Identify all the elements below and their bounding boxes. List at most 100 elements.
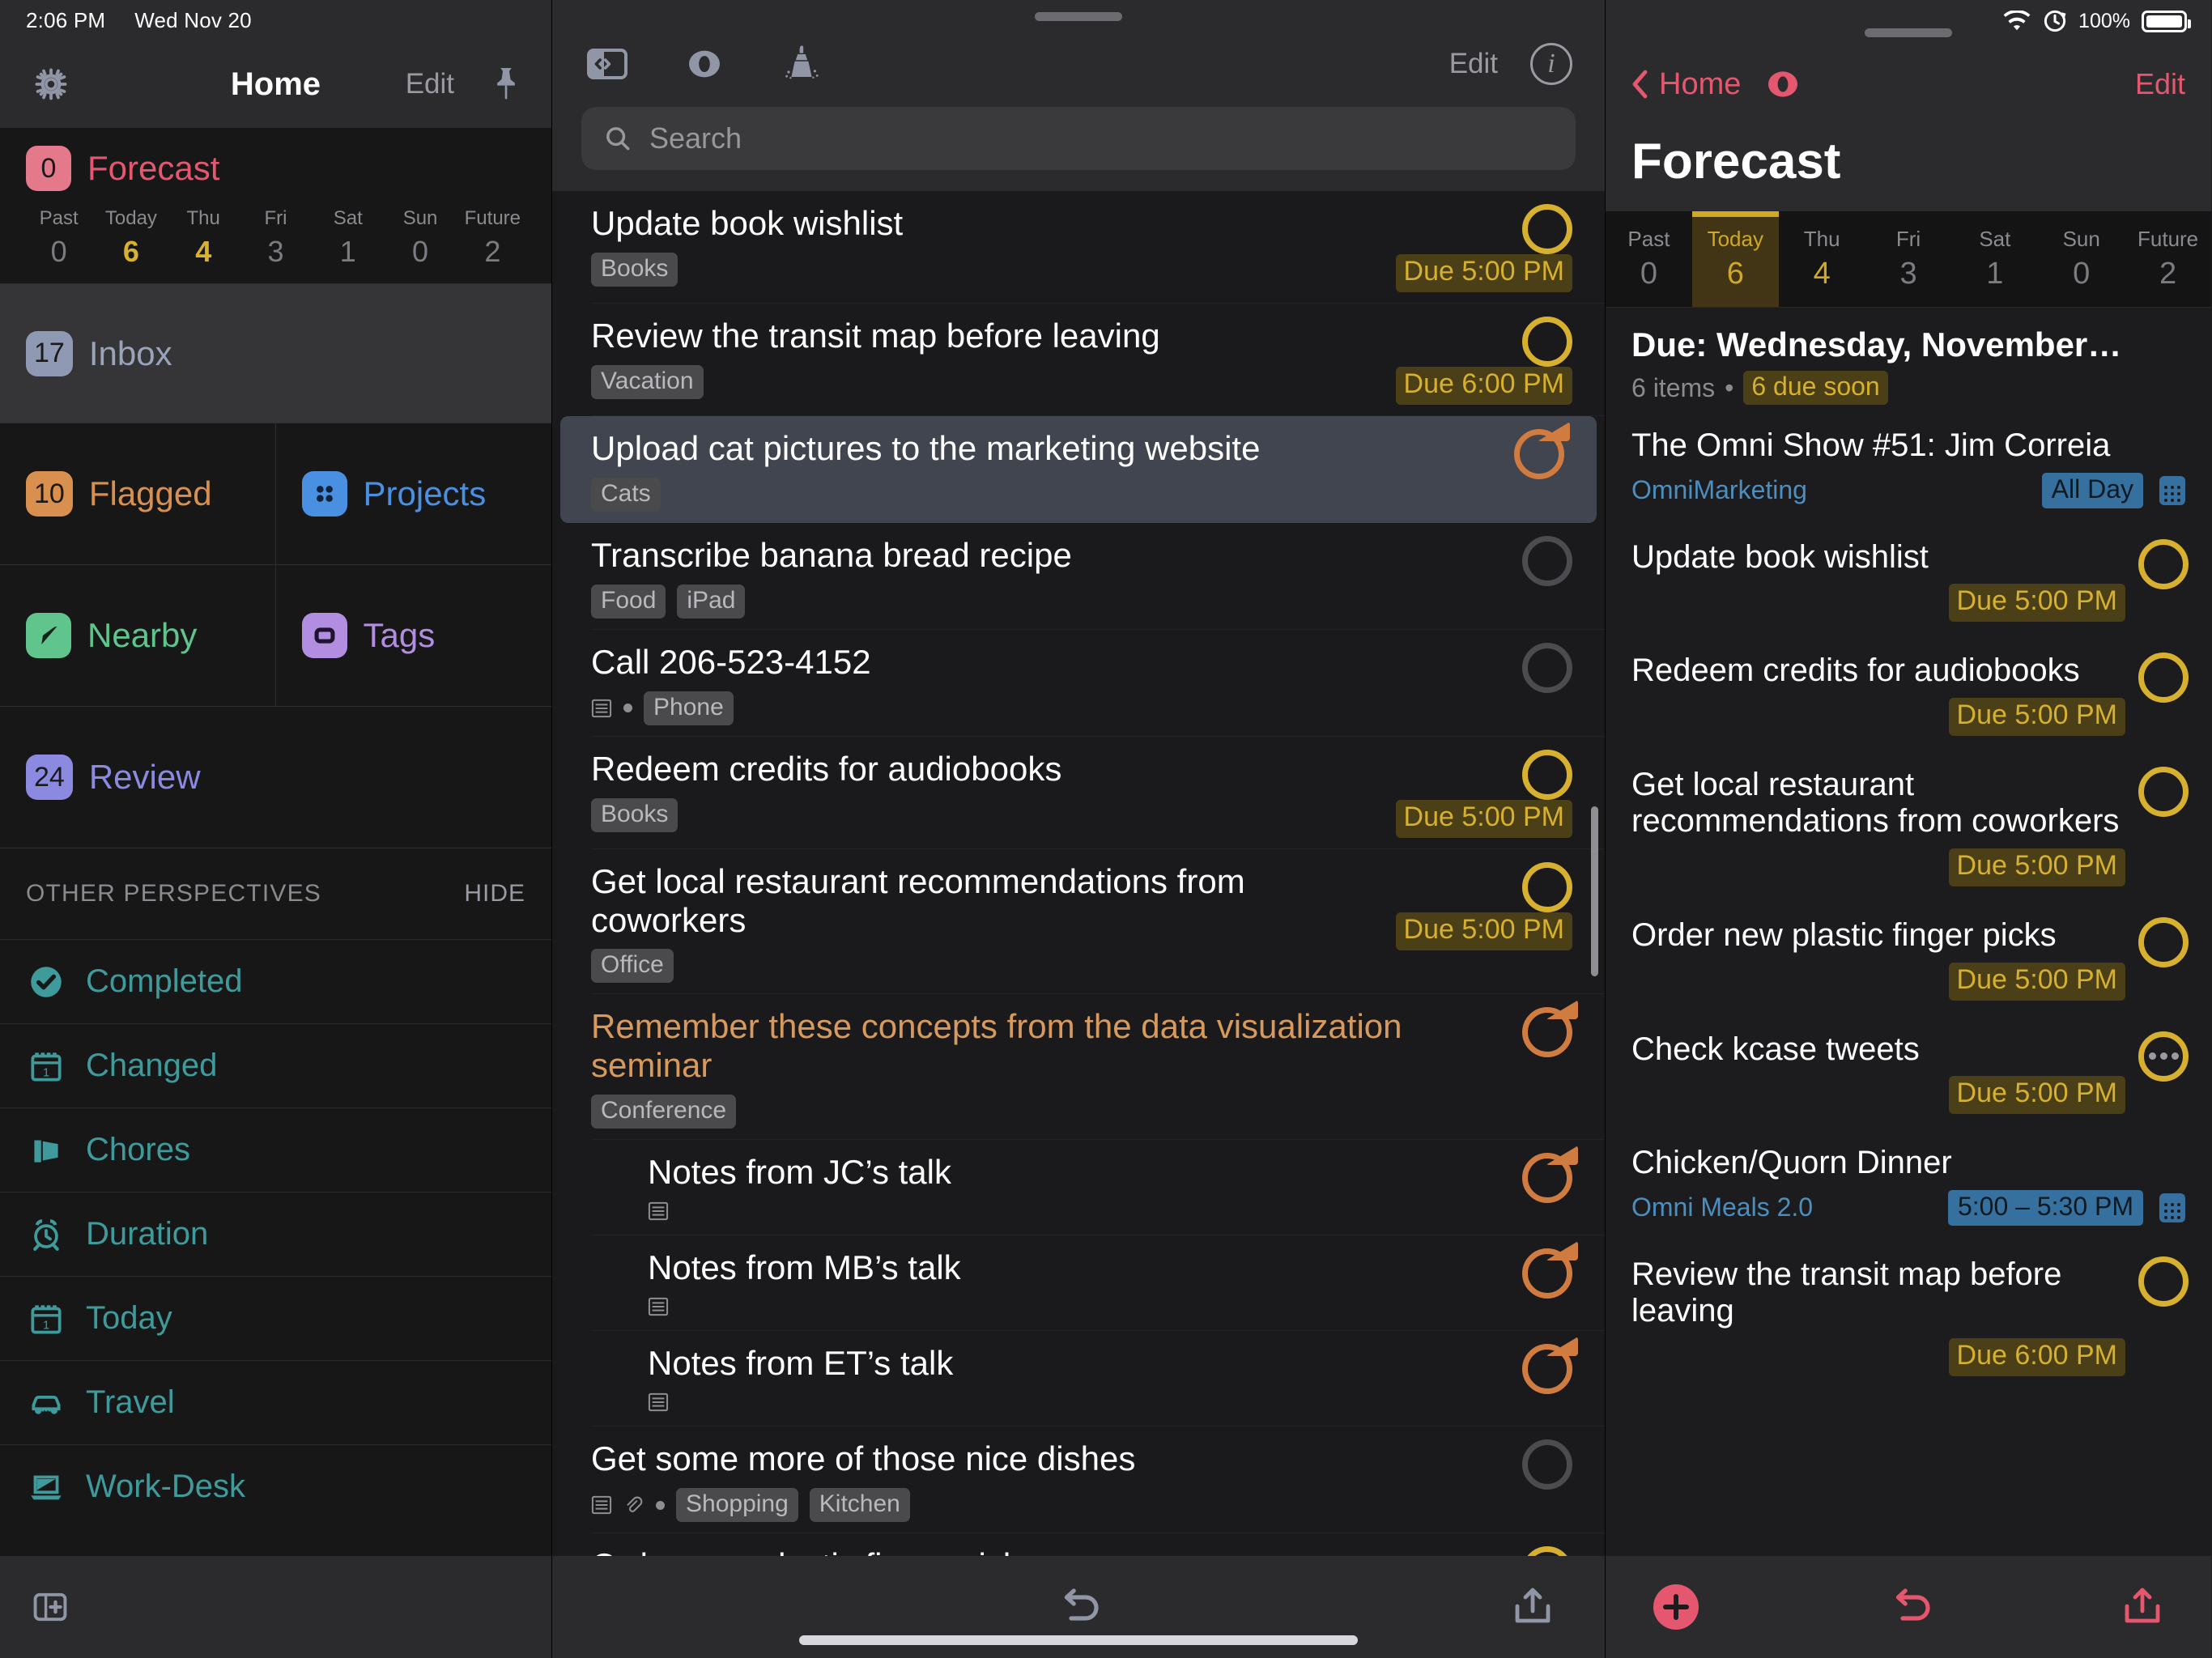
sidebar-item-review[interactable]: 24 Review [0, 707, 551, 848]
sidebar-edit-button[interactable]: Edit [406, 68, 454, 100]
sidebar-item-chores[interactable]: Chores [0, 1107, 551, 1192]
eye-icon[interactable] [682, 47, 727, 81]
hide-button[interactable]: HIDE [464, 880, 525, 908]
task-tag[interactable]: Food [591, 584, 666, 619]
forecast-day[interactable]: Future 2 [457, 207, 529, 269]
task-status-circle[interactable] [1522, 749, 1572, 800]
sidebar-item-flagged[interactable]: 10 Flagged [0, 423, 276, 565]
table-row[interactable]: Notes from ET’s talk [552, 1331, 1605, 1427]
pane-grabber[interactable] [1865, 28, 1952, 37]
task-tag[interactable]: Kitchen [809, 1488, 910, 1522]
task-tag[interactable]: Office [591, 949, 674, 984]
forecast-day[interactable]: Today 6 [95, 207, 167, 269]
task-status-circle[interactable] [1522, 1337, 1578, 1395]
task-tag[interactable]: Conference [591, 1095, 737, 1129]
task-tag[interactable]: Vacation [591, 364, 704, 399]
eye-icon[interactable] [1762, 68, 1804, 100]
share-icon[interactable] [2119, 1584, 2166, 1630]
sidebar-item-changed[interactable]: 1 Changed [0, 1023, 551, 1107]
gear-icon[interactable] [29, 62, 73, 106]
list-item[interactable]: Order new plastic finger picks Due 5:00 … [1606, 901, 2211, 1015]
undo-icon[interactable] [1883, 1584, 1937, 1630]
task-status-circle[interactable] [1522, 1546, 1572, 1556]
sidebar-item-inbox[interactable]: 17 Inbox [0, 283, 551, 423]
list-item[interactable]: Chicken/Quorn Dinner Omni Meals 2.0 5:00… [1606, 1129, 2211, 1240]
forecast-tab-thu[interactable]: Thu 4 [1779, 211, 1865, 307]
table-row[interactable]: Call 206-523-4152 Phone [552, 630, 1605, 737]
item-status-circle[interactable] [2138, 766, 2189, 817]
sidebar-forecast-block[interactable]: 0 Forecast Past 0 Today 6 Thu 4 Fri 3 Sa… [0, 128, 551, 283]
task-status-circle[interactable] [1522, 317, 1572, 367]
list-item[interactable]: Get local restaurant recommendations fro… [1606, 750, 2211, 901]
task-list[interactable]: Update book wishlist Books Due 5:00 PM R… [552, 191, 1605, 1556]
task-status-circle[interactable] [1522, 642, 1572, 693]
table-row[interactable]: Order new plastic finger picks Shopping … [552, 1533, 1605, 1556]
task-tag[interactable]: Cats [591, 477, 661, 512]
info-icon[interactable]: i [1530, 43, 1572, 85]
share-icon[interactable] [1509, 1584, 1556, 1630]
forecast-tab-sun[interactable]: Sun 0 [2038, 211, 2125, 307]
table-row[interactable]: Get local restaurant recommendations fro… [552, 849, 1605, 995]
forecast-day[interactable]: Fri 3 [240, 207, 312, 269]
table-row[interactable]: Update book wishlist Books Due 5:00 PM [552, 191, 1605, 304]
table-row[interactable]: Transcribe banana bread recipe Food iPad [552, 523, 1605, 630]
task-status-circle[interactable] [1522, 861, 1572, 912]
task-tag[interactable]: Shopping [676, 1488, 798, 1522]
task-list-edit-button[interactable]: Edit [1449, 48, 1498, 80]
task-status-circle[interactable] [1522, 1241, 1578, 1299]
add-item-button[interactable] [1651, 1582, 1701, 1632]
forecast-tab-fri[interactable]: Fri 3 [1865, 211, 1952, 307]
pin-icon[interactable] [490, 65, 522, 104]
list-item[interactable]: Redeem credits for audiobooks Due 5:00 P… [1606, 636, 2211, 750]
sidebar-item-today[interactable]: 1 Today [0, 1276, 551, 1360]
back-button[interactable]: Home [1631, 67, 1741, 102]
sidebar-toggle-icon[interactable] [585, 45, 630, 83]
sidebar-item-projects[interactable]: Projects [275, 423, 551, 565]
forecast-tab-today[interactable]: Today 6 [1691, 211, 1779, 307]
forecast-day[interactable]: Sat 1 [312, 207, 384, 269]
list-item[interactable]: Check kcase tweets Due 5:00 PM [1606, 1015, 2211, 1129]
sidebar-item-duration[interactable]: Duration [0, 1192, 551, 1276]
broom-icon[interactable] [779, 41, 824, 87]
forecast-day[interactable]: Thu 4 [168, 207, 240, 269]
forecast-tab-past[interactable]: Past 0 [1606, 211, 1692, 307]
table-row[interactable]: Redeem credits for audiobooks Books Due … [552, 737, 1605, 849]
sidebar-item-travel[interactable]: Travel [0, 1360, 551, 1444]
task-tag[interactable]: Phone [644, 691, 734, 725]
list-item[interactable]: Review the transit map before leaving Du… [1606, 1240, 2211, 1391]
sidebar-item-nearby[interactable]: Nearby [0, 565, 276, 707]
task-tag[interactable]: Books [591, 252, 678, 287]
task-status-circle[interactable] [1522, 1000, 1578, 1058]
item-status-circle[interactable] [2138, 916, 2189, 967]
task-tag[interactable]: iPad [677, 584, 746, 619]
task-status-circle[interactable] [1522, 1146, 1578, 1204]
forecast-edit-button[interactable]: Edit [2135, 67, 2185, 101]
table-row-selected[interactable]: Upload cat pictures to the marketing web… [560, 416, 1597, 523]
forecast-day[interactable]: Past 0 [23, 207, 95, 269]
forecast-day[interactable]: Sun 0 [384, 207, 456, 269]
table-row[interactable]: Remember these concepts from the data vi… [552, 994, 1605, 1141]
item-status-circle[interactable] [2138, 1031, 2189, 1082]
table-row[interactable]: Get some more of those nice dishes Shopp… [552, 1426, 1605, 1533]
pane-grabber[interactable] [552, 0, 1605, 21]
item-status-circle[interactable] [2138, 1256, 2189, 1307]
forecast-day-tabs[interactable]: Past 0 Today 6 Thu 4 Fri 3 Sat 1 Sun 0 F… [1606, 211, 2211, 307]
add-perspective-icon[interactable] [29, 1586, 71, 1628]
table-row[interactable]: Review the transit map before leaving Va… [552, 304, 1605, 416]
sidebar-item-completed[interactable]: Completed [0, 939, 551, 1023]
table-row[interactable]: Notes from MB’s talk [552, 1235, 1605, 1332]
forecast-tab-sat[interactable]: Sat 1 [1951, 211, 2038, 307]
forecast-item-list[interactable]: Due: Wednesday, November… 6 items • 6 du… [1606, 307, 2211, 1556]
list-item[interactable]: The Omni Show #51: Jim Correia OmniMarke… [1606, 411, 2211, 523]
sidebar-item-tags[interactable]: Tags [275, 565, 551, 707]
list-item[interactable]: Update book wishlist Due 5:00 PM [1606, 523, 2211, 637]
scrollbar[interactable] [1591, 806, 1598, 976]
task-status-circle[interactable] [1522, 1439, 1572, 1490]
search-input[interactable]: Search [581, 107, 1576, 170]
forecast-day-strip[interactable]: Past 0 Today 6 Thu 4 Fri 3 Sat 1 Sun 0 F… [0, 207, 551, 269]
task-tag[interactable]: Books [591, 797, 678, 832]
sidebar-item-work-desk[interactable]: Work-Desk [0, 1444, 551, 1528]
undo-icon[interactable] [1052, 1584, 1105, 1630]
task-status-circle[interactable] [1522, 535, 1572, 586]
table-row[interactable]: Notes from JC’s talk [552, 1140, 1605, 1236]
